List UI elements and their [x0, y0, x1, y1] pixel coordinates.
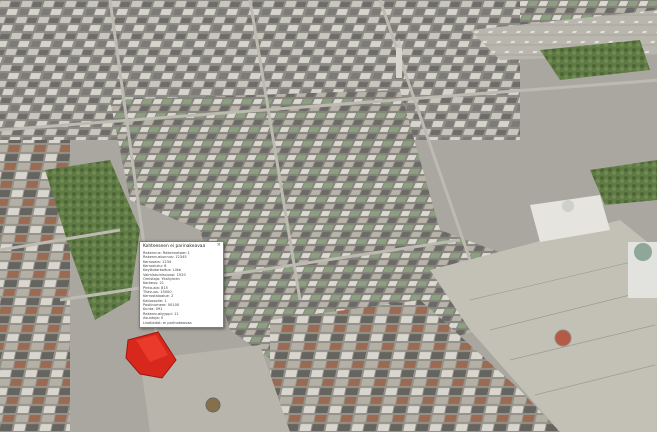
fountain-east	[554, 329, 572, 347]
feature-info-popup[interactable]: × Kohteeseen ei parinakeavaa Rakennus: R…	[139, 241, 224, 328]
fountain-south	[205, 397, 221, 413]
popup-attribute-row: Lisatiedot: ei parinakeavaa	[143, 320, 192, 325]
popup-title: Kohteeseen ei parinakeavaa	[143, 244, 206, 249]
popup-attribute-list: Rakennus: Rakennetaan 1 Rakennustunnus: 1…	[143, 251, 220, 325]
cathedral-dome	[634, 243, 652, 261]
clock-tower	[396, 48, 402, 78]
close-icon[interactable]: ×	[217, 243, 221, 248]
city-3d-map[interactable]	[0, 0, 657, 432]
university-dome	[562, 200, 574, 212]
